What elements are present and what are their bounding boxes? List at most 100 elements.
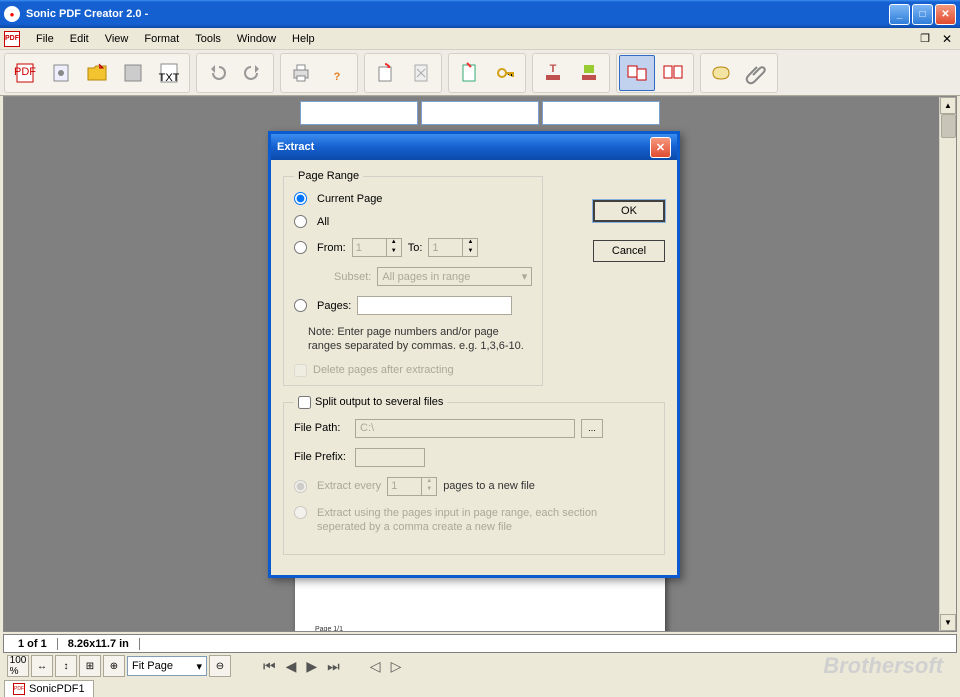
image-stamp-button[interactable] — [571, 55, 607, 91]
nav-back-button[interactable]: ◁ — [370, 658, 381, 675]
dialog-titlebar[interactable]: Extract ✕ — [271, 134, 677, 160]
scroll-thumb[interactable] — [941, 114, 956, 138]
fit-height-button[interactable]: ↕ — [55, 655, 77, 677]
subset-select[interactable]: All pages in range ▾ — [377, 267, 532, 286]
scroll-down-button[interactable]: ▼ — [940, 614, 956, 631]
label-current-page: Current Page — [317, 193, 382, 205]
redo-button[interactable] — [235, 55, 271, 91]
new-pdf-button[interactable]: PDF — [7, 55, 43, 91]
radio-from[interactable] — [294, 241, 307, 254]
minimize-button[interactable]: _ — [889, 4, 910, 25]
dialog-close-button[interactable]: ✕ — [650, 137, 671, 158]
checkbox-delete-after[interactable] — [294, 364, 307, 377]
from-spinner[interactable]: 1 ▲▼ — [352, 238, 402, 257]
page-counter: 1 of 1 — [8, 638, 58, 650]
page-range-legend: Page Range — [294, 170, 363, 182]
thumbnail-strip — [300, 101, 660, 125]
maximize-button[interactable]: □ — [912, 4, 933, 25]
thumbnail-page[interactable] — [300, 101, 418, 125]
split-fieldset: Split output to several files File Path:… — [283, 396, 665, 556]
menu-file[interactable]: File — [28, 31, 62, 47]
split-pdf-button[interactable] — [655, 55, 691, 91]
fit-width-button[interactable]: ↔ — [31, 655, 53, 677]
browse-button[interactable]: ... — [581, 419, 603, 438]
menu-tools[interactable]: Tools — [187, 31, 229, 47]
radio-current-page[interactable] — [294, 192, 307, 205]
ok-button[interactable]: OK — [593, 200, 665, 222]
zoom-in-button[interactable]: ⊕ — [103, 655, 125, 677]
cancel-button[interactable]: Cancel — [593, 240, 665, 262]
every-spinner[interactable]: 1 ▲▼ — [387, 477, 437, 496]
zoom-100-button[interactable]: 100% — [7, 655, 29, 677]
radio-pages[interactable] — [294, 299, 307, 312]
to-spinner[interactable]: 1 ▲▼ — [428, 238, 478, 257]
text-stamp-button[interactable]: T — [535, 55, 571, 91]
prev-page-button[interactable]: ◀ — [286, 658, 297, 675]
label-file-prefix: File Prefix: — [294, 451, 349, 463]
bookmark-button[interactable] — [703, 55, 739, 91]
pages-input[interactable] — [357, 296, 512, 315]
undo-button[interactable] — [199, 55, 235, 91]
toolbar: PDF TXT ? T — [0, 50, 960, 96]
svg-text:TXT: TXT — [159, 72, 180, 84]
secure-pdf-button[interactable] — [43, 55, 79, 91]
encrypt-button[interactable] — [487, 55, 523, 91]
file-prefix-input[interactable] — [355, 448, 425, 467]
zoom-out-button[interactable]: ⊖ — [209, 655, 231, 677]
radio-extract-every[interactable] — [294, 480, 307, 493]
attachment-button[interactable] — [739, 55, 775, 91]
zoom-select[interactable]: Fit Page ▾ — [127, 656, 207, 676]
spin-down-icon[interactable]: ▼ — [421, 486, 436, 495]
file-path-input[interactable] — [355, 419, 575, 438]
spin-down-icon[interactable]: ▼ — [386, 248, 401, 257]
nav-forward-button[interactable]: ▷ — [391, 658, 402, 675]
insert-page-button[interactable] — [451, 55, 487, 91]
vertical-scrollbar[interactable]: ▲ ▼ — [939, 97, 956, 631]
label-extract-using: Extract using the pages input in page ra… — [317, 506, 617, 535]
document-tab[interactable]: PDF SonicPDF1 — [4, 680, 94, 697]
window-title: Sonic PDF Creator 2.0 - — [26, 8, 889, 20]
close-button[interactable]: ✕ — [935, 4, 956, 25]
delete-page-button[interactable] — [403, 55, 439, 91]
menu-format[interactable]: Format — [136, 31, 187, 47]
open-button[interactable] — [79, 55, 115, 91]
spin-up-icon[interactable]: ▲ — [386, 239, 401, 248]
spin-up-icon[interactable]: ▲ — [462, 239, 477, 248]
status-bar: 1 of 1 8.26x11.7 in — [3, 634, 957, 653]
label-pages-to-file: pages to a new file — [443, 480, 535, 492]
thumbnail-page[interactable] — [542, 101, 660, 125]
label-file-path: File Path: — [294, 422, 349, 434]
save-txt-button[interactable]: TXT — [151, 55, 187, 91]
inner-restore-icon[interactable]: ❐ — [916, 32, 934, 46]
label-to: To: — [408, 242, 423, 254]
svg-text:T: T — [550, 63, 557, 75]
inner-close-icon[interactable]: ✕ — [938, 32, 956, 46]
spin-down-icon[interactable]: ▼ — [462, 248, 477, 257]
pdf-icon: PDF — [13, 683, 25, 695]
note-text: Note: Enter page numbers and/or page ran… — [308, 325, 532, 354]
print-button[interactable] — [283, 55, 319, 91]
svg-text:PDF: PDF — [14, 66, 36, 78]
last-page-button[interactable]: ⏭ — [327, 658, 340, 675]
watermark: Brothersoft — [823, 653, 953, 679]
next-page-button[interactable]: ▶ — [306, 658, 317, 675]
dialog-title: Extract — [277, 141, 650, 153]
extract-dialog: Extract ✕ OK Cancel Page Range Current P… — [268, 131, 680, 578]
radio-extract-using[interactable] — [294, 506, 307, 519]
checkbox-split-output[interactable] — [298, 396, 311, 409]
menu-help[interactable]: Help — [284, 31, 323, 47]
help-button[interactable]: ? — [319, 55, 355, 91]
radio-all[interactable] — [294, 215, 307, 228]
menu-view[interactable]: View — [97, 31, 137, 47]
fit-page-button[interactable]: ⊞ — [79, 655, 101, 677]
menu-window[interactable]: Window — [229, 31, 284, 47]
first-page-button[interactable]: ⏮ — [263, 658, 276, 675]
save-button[interactable] — [115, 55, 151, 91]
merge-pdf-button[interactable] — [619, 55, 655, 91]
scroll-up-button[interactable]: ▲ — [940, 97, 956, 114]
menu-edit[interactable]: Edit — [62, 31, 97, 47]
thumbnail-page[interactable] — [421, 101, 539, 125]
spin-up-icon[interactable]: ▲ — [421, 478, 436, 487]
rotate-button[interactable] — [367, 55, 403, 91]
menubar: PDF File Edit View Format Tools Window H… — [0, 28, 960, 50]
